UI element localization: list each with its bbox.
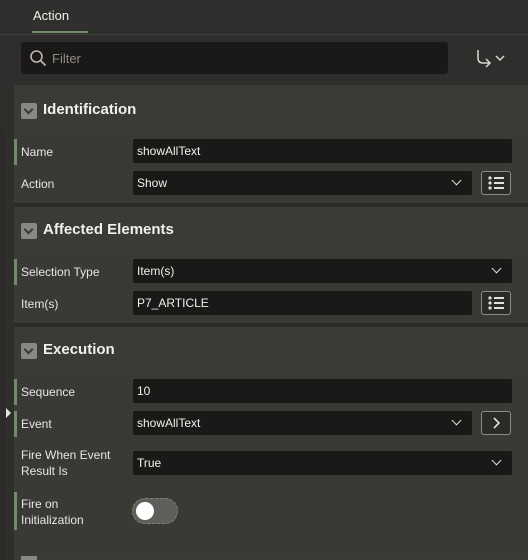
next-section-header[interactable] [14,554,528,560]
filter-bar [0,35,528,85]
collapse-toggle-icon[interactable] [21,343,37,359]
go-to-event-button[interactable] [481,411,511,435]
name-value: showAllText [137,144,201,158]
event-select[interactable]: showAllText [133,411,472,435]
property-label: Sequence [21,385,76,399]
rail-expand-icon[interactable] [6,408,11,418]
required-indicator [14,379,17,405]
section-title: Execution [43,341,115,358]
sequence-input[interactable]: 10 [133,379,512,403]
fire-on-init-toggle[interactable] [132,498,178,524]
required-indicator [14,492,17,530]
chevron-right-icon [493,417,501,429]
filter-field [21,42,448,74]
chevron-down-icon [491,263,502,274]
selection-type-value: Item(s) [137,264,175,278]
collapse-toggle-icon[interactable] [21,103,37,119]
property-editor-header: Action [0,0,528,35]
chevron-down-icon [451,415,462,426]
fire-when-select[interactable]: True [133,451,512,475]
filter-input[interactable] [52,42,432,74]
search-icon [30,50,46,66]
required-indicator [14,411,17,437]
section-affected-elements-header[interactable]: Affected Elements [14,207,528,253]
fire-when-value: True [137,456,162,470]
section-title: Affected Elements [43,221,174,238]
property-label: Action [21,177,55,191]
property-label: Selection Type [21,265,100,279]
sequence-value: 10 [137,384,151,398]
event-value: showAllText [137,416,201,430]
action-select[interactable]: Show [133,171,472,195]
items-input[interactable]: P7_ARTICLE [133,291,472,315]
selection-type-select[interactable]: Item(s) [133,259,512,283]
property-label: Item(s) [21,297,59,311]
property-label: Event [21,417,52,431]
required-indicator [14,139,17,165]
list-icon [488,176,504,190]
property-label-line-2: Initialization [21,513,84,527]
action-list-button[interactable] [481,171,511,195]
tab-action-label: Action [33,8,70,23]
items-list-button[interactable] [481,291,511,315]
tab-action[interactable]: Action [20,0,88,34]
property-label: Name [21,145,54,159]
go-to-group-icon[interactable] [472,44,508,72]
tab-active-indicator [32,31,88,33]
toggle-knob [136,502,154,520]
property-row-fire-on-init: Fire on Initialization [14,492,514,530]
property-label-line-1: Fire on [21,497,59,511]
items-value: P7_ARTICLE [137,296,209,310]
section-execution-header[interactable]: Execution [14,327,528,373]
required-indicator [14,259,17,285]
property-label-line-1: Fire When Event [21,448,111,462]
collapse-toggle-icon[interactable] [21,556,37,560]
action-value: Show [137,176,168,190]
side-rail [0,130,6,560]
name-input[interactable]: showAllText [133,139,512,163]
list-icon [488,296,504,310]
section-title: Identification [43,101,137,118]
collapse-toggle-icon[interactable] [21,223,37,239]
chevron-down-icon [451,175,462,186]
property-label-line-2: Result Is [21,464,68,478]
section-identification-header[interactable]: Identification [14,87,528,133]
chevron-down-icon [491,455,502,466]
